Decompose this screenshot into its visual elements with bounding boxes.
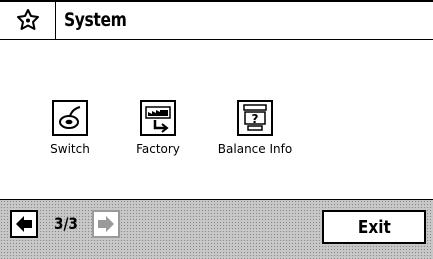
- header-bar: System: [0, 0, 433, 40]
- balance-info-tile[interactable]: ? Balance Info: [205, 100, 305, 180]
- page-indicator: 3/3: [54, 214, 78, 233]
- switch-label: Switch: [50, 142, 90, 156]
- next-page-button[interactable]: [92, 210, 120, 238]
- switch-icon: [52, 100, 88, 136]
- factory-tile[interactable]: Factory: [108, 100, 208, 180]
- exit-label: Exit: [357, 216, 391, 238]
- footer-bar: 3/3 Exit: [0, 200, 433, 259]
- prev-page-button[interactable]: [10, 210, 38, 238]
- arrow-right-icon: [98, 216, 114, 232]
- puzzle-star-icon: [16, 9, 39, 30]
- page-title: System: [64, 9, 127, 31]
- svg-text:?: ?: [252, 112, 259, 126]
- factory-label: Factory: [136, 142, 180, 156]
- arrow-left-icon: [16, 216, 32, 232]
- balance-info-label: Balance Info: [217, 142, 293, 156]
- switch-tile[interactable]: Switch: [20, 100, 120, 180]
- exit-button[interactable]: Exit: [322, 210, 426, 244]
- content-area: Switch Factory ? Balance Info: [0, 40, 433, 200]
- system-icon-box: [0, 2, 56, 40]
- balance-info-icon: ?: [237, 100, 273, 136]
- factory-icon: [140, 100, 176, 136]
- system-screen: System Switch Factory ? Balance Info 3/3…: [0, 0, 433, 259]
